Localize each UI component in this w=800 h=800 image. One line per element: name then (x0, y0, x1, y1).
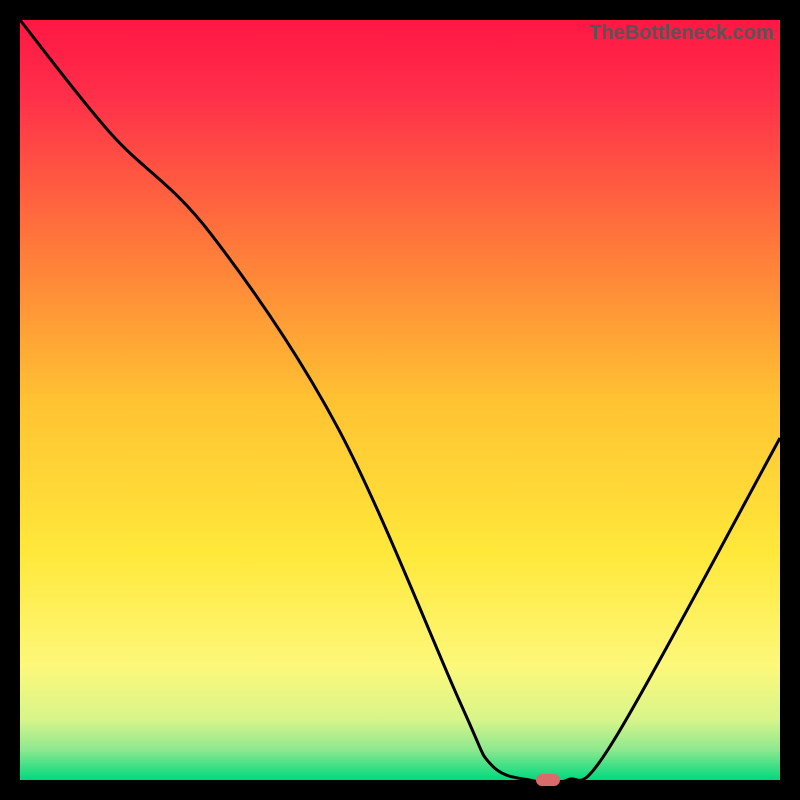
plot-area: TheBottleneck.com (20, 20, 780, 780)
bottleneck-curve-path (20, 20, 780, 780)
chart-container: TheBottleneck.com (0, 0, 800, 800)
optimal-marker (536, 774, 560, 786)
watermark-text: TheBottleneck.com (590, 22, 774, 45)
curve-svg (20, 20, 780, 780)
